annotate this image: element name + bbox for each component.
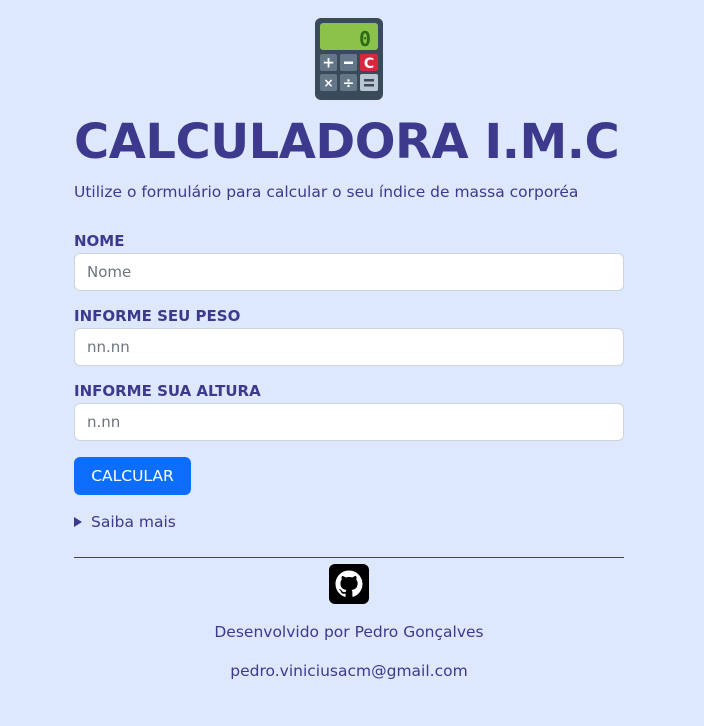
footer-divider [74,557,624,558]
name-input[interactable] [74,253,624,291]
developer-credit: Desenvolvido por Pedro Gonçalves [214,623,484,641]
svg-text:C: C [364,56,374,72]
svg-text:0: 0 [359,27,371,51]
weight-label: INFORME SEU PESO [74,307,241,325]
developer-email: pedro.viniciusacm@gmail.com [230,662,468,680]
saiba-mais-toggle[interactable]: Saiba mais [74,511,176,533]
svg-text:×: × [323,76,333,90]
calculate-button[interactable]: CALCULAR [74,457,191,495]
svg-text:÷: ÷ [343,76,355,92]
name-label: NOME [74,232,125,250]
page-subtitle: Utilize o formulário para calcular o seu… [74,183,579,201]
disclosure-triangle-icon [74,517,82,527]
saiba-mais-label: Saiba mais [91,513,176,531]
weight-input[interactable] [74,328,624,366]
svg-text:+: + [322,54,335,72]
height-input[interactable] [74,403,624,441]
github-icon[interactable] [329,564,369,604]
height-label: INFORME SUA ALTURA [74,382,261,400]
page-title: CALCULADORA I.M.C [74,114,620,170]
calculator-icon: 0 + C × ÷ [315,18,383,100]
